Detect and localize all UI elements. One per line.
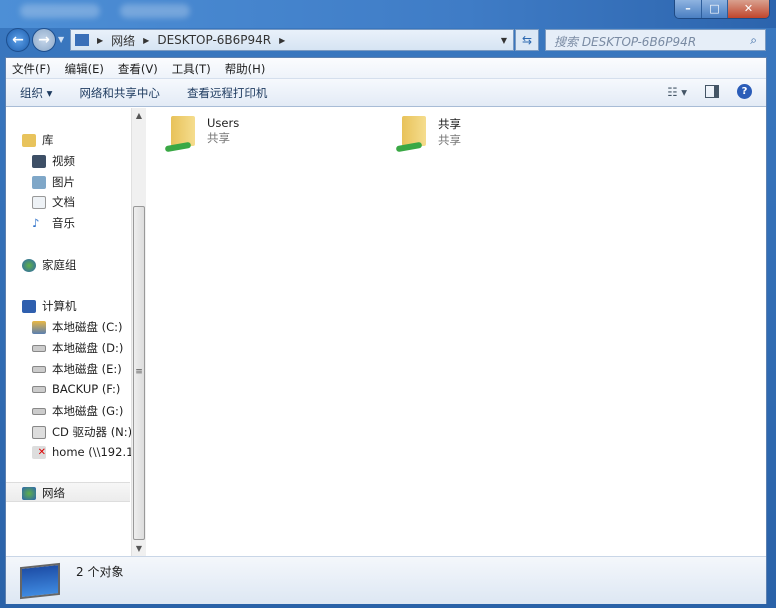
nav-label: 视频 bbox=[52, 154, 75, 168]
scroll-up-icon[interactable]: ▲ bbox=[132, 111, 146, 120]
menu-tools[interactable]: 工具(T) bbox=[172, 61, 211, 76]
nav-label: BACKUP (F:) bbox=[52, 382, 121, 396]
network-center-button[interactable]: 网络和共享中心 bbox=[79, 85, 160, 101]
nav-homegroup[interactable]: 家庭组 bbox=[22, 257, 77, 273]
search-placeholder: 搜索 DESKTOP-6B6P94R bbox=[554, 35, 697, 49]
back-button[interactable]: ← bbox=[6, 28, 30, 52]
navigation-pane: 库 视频 图片 文档 ♪ 音乐 家庭组 计算机 本地磁盘 (C:) 本地磁盘 (D… bbox=[6, 108, 141, 556]
nav-network[interactable]: 网络 bbox=[22, 485, 65, 501]
history-dropdown-icon[interactable]: ▼ bbox=[58, 35, 64, 44]
close-button[interactable]: ✕ bbox=[727, 0, 769, 18]
nav-drive[interactable]: 本地磁盘 (D:) bbox=[32, 340, 123, 356]
help-icon[interactable]: ? bbox=[737, 84, 752, 99]
nav-videos[interactable]: 视频 bbox=[32, 153, 75, 169]
view-printers-button[interactable]: 查看远程打印机 bbox=[187, 85, 268, 101]
search-input[interactable]: 搜索 DESKTOP-6B6P94R ⌕ bbox=[545, 29, 766, 51]
cd-drive-icon bbox=[32, 425, 46, 439]
nav-label: 图片 bbox=[52, 175, 75, 189]
address-dropdown-icon[interactable]: ▼ bbox=[501, 36, 507, 45]
preview-pane-icon[interactable] bbox=[705, 85, 719, 98]
command-bar: 组织 ▾ 网络和共享中心 查看远程打印机 ☷ ▾ ? bbox=[6, 79, 766, 107]
view-options-icon[interactable]: ☷ ▾ bbox=[667, 85, 687, 99]
library-icon bbox=[22, 133, 36, 147]
nav-label: 本地磁盘 (C:) bbox=[52, 320, 123, 334]
item-name: 共享 bbox=[438, 117, 461, 131]
nav-scrollbar[interactable]: ▲ ≡ ▼ bbox=[131, 108, 146, 556]
nav-label: 家庭组 bbox=[42, 258, 77, 272]
window-controls: – □ ✕ bbox=[674, 0, 770, 19]
item-type: 共享 bbox=[438, 133, 461, 147]
disconnected-drive-icon: ✕ bbox=[32, 445, 46, 459]
maximize-button[interactable]: □ bbox=[701, 0, 727, 18]
menu-edit[interactable]: 编辑(E) bbox=[65, 61, 104, 76]
document-icon bbox=[32, 195, 46, 209]
nav-music[interactable]: ♪ 音乐 bbox=[32, 215, 75, 231]
drive-icon bbox=[32, 365, 46, 373]
nav-label: home (\\192.16 bbox=[52, 445, 141, 459]
homegroup-icon bbox=[22, 258, 36, 272]
item-type: 共享 bbox=[207, 131, 230, 145]
breadcrumb-network[interactable]: 网络 bbox=[111, 32, 135, 49]
nav-label: 文档 bbox=[52, 195, 75, 209]
share-item[interactable]: Users 共享 bbox=[164, 116, 240, 153]
organize-button[interactable]: 组织 ▾ bbox=[20, 85, 52, 101]
nav-drive[interactable]: 本地磁盘 (E:) bbox=[32, 361, 122, 377]
nav-label: CD 驱动器 (N:) bbox=[52, 425, 133, 439]
menu-bar: 文件(F) 编辑(E) 查看(V) 工具(T) 帮助(H) bbox=[6, 58, 766, 79]
shared-folder-icon bbox=[164, 116, 197, 153]
scroll-thumb[interactable]: ≡ bbox=[133, 206, 145, 540]
title-bar: – □ ✕ bbox=[0, 0, 776, 28]
nav-computer[interactable]: 计算机 bbox=[22, 298, 77, 314]
nav-label: 本地磁盘 (G:) bbox=[52, 404, 124, 418]
video-icon bbox=[32, 154, 46, 168]
explorer-window: 文件(F) 编辑(E) 查看(V) 工具(T) 帮助(H) 组织 ▾ 网络和共享… bbox=[5, 57, 767, 604]
nav-label: 本地磁盘 (D:) bbox=[52, 341, 124, 355]
breadcrumb-computer[interactable]: DESKTOP-6B6P94R bbox=[157, 33, 271, 47]
network-icon bbox=[75, 34, 89, 46]
computer-icon bbox=[22, 299, 36, 313]
blurred-background bbox=[120, 4, 190, 18]
menu-help[interactable]: 帮助(H) bbox=[225, 61, 266, 76]
file-list: Users 共享 共享 共享 bbox=[147, 108, 766, 556]
search-icon[interactable]: ⌕ bbox=[750, 33, 757, 47]
drive-icon bbox=[32, 385, 46, 393]
nav-drive[interactable]: ✕ home (\\192.16 bbox=[32, 445, 141, 459]
nav-drive[interactable]: BACKUP (F:) bbox=[32, 382, 120, 396]
system-drive-icon bbox=[32, 320, 46, 334]
drive-icon bbox=[32, 407, 46, 415]
picture-icon bbox=[32, 175, 46, 189]
minimize-button[interactable]: – bbox=[675, 0, 701, 18]
nav-drive[interactable]: 本地磁盘 (C:) bbox=[32, 319, 123, 335]
share-item[interactable]: 共享 共享 bbox=[395, 116, 461, 153]
nav-libraries[interactable]: 库 bbox=[22, 132, 54, 148]
nav-label: 音乐 bbox=[52, 216, 75, 230]
nav-label: 计算机 bbox=[42, 299, 77, 313]
nav-drive[interactable]: CD 驱动器 (N:) bbox=[32, 424, 132, 440]
nav-drive[interactable]: 本地磁盘 (G:) bbox=[32, 403, 123, 419]
network-icon bbox=[22, 486, 36, 500]
music-icon: ♪ bbox=[32, 216, 40, 230]
nav-pictures[interactable]: 图片 bbox=[32, 174, 75, 190]
scroll-down-icon[interactable]: ▼ bbox=[132, 544, 146, 553]
item-name: Users bbox=[207, 116, 240, 130]
item-count: 2 个对象 bbox=[76, 565, 124, 579]
drive-icon bbox=[32, 344, 46, 352]
blurred-background bbox=[20, 4, 100, 18]
menu-file[interactable]: 文件(F) bbox=[12, 61, 51, 76]
nav-label: 本地磁盘 (E:) bbox=[52, 362, 122, 376]
nav-label: 库 bbox=[42, 133, 54, 147]
shared-folder-icon bbox=[395, 116, 428, 153]
menu-view[interactable]: 查看(V) bbox=[118, 61, 158, 76]
forward-button[interactable]: → bbox=[32, 28, 56, 52]
nav-label: 网络 bbox=[42, 486, 65, 500]
nav-documents[interactable]: 文档 bbox=[32, 194, 75, 210]
refresh-button[interactable]: ⇆ bbox=[515, 29, 539, 51]
status-bar: 2 个对象 bbox=[6, 556, 766, 604]
computer-icon bbox=[20, 562, 60, 600]
address-bar[interactable]: ▶ 网络 ▶ DESKTOP-6B6P94R ▶ ▼ bbox=[70, 29, 514, 51]
